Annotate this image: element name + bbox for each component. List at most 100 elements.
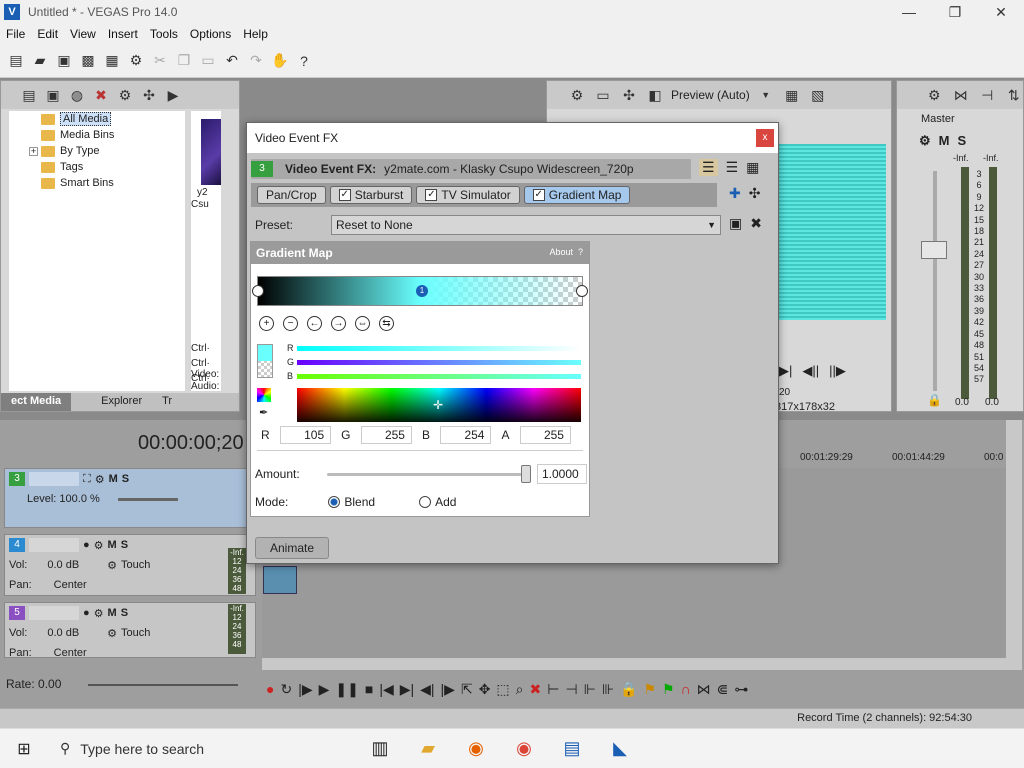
- master-fx-icon[interactable]: ⚙: [919, 133, 931, 149]
- audio-event-clip[interactable]: [263, 566, 297, 594]
- mute-button[interactable]: M: [108, 539, 117, 551]
- amount-slider-track[interactable]: [327, 473, 527, 476]
- whats-this-help-icon[interactable]: ?: [294, 51, 314, 71]
- fx-icon[interactable]: ⚙: [94, 607, 104, 620]
- vertical-scrollbar[interactable]: [1006, 420, 1022, 670]
- tree-item-tags[interactable]: Tags: [9, 159, 185, 175]
- region-icon[interactable]: ⚑: [662, 681, 675, 698]
- color-palette-icon[interactable]: [257, 388, 271, 402]
- automation-mode[interactable]: Touch: [121, 559, 150, 571]
- track-3-header[interactable]: 3 ⛶ ⚙ M S Level: 100.0 %: [4, 468, 256, 528]
- tree-item-media-bins[interactable]: Media Bins: [9, 127, 185, 143]
- touch-icon[interactable]: ⚙: [107, 627, 117, 640]
- automation-mode[interactable]: Touch: [121, 627, 150, 639]
- menu-insert[interactable]: Insert: [102, 27, 144, 41]
- master-mute-button[interactable]: M: [939, 133, 950, 149]
- move-right-icon[interactable]: →: [331, 316, 346, 331]
- menu-help[interactable]: Help: [237, 27, 274, 41]
- level-slider[interactable]: [117, 497, 178, 501]
- amount-value-field[interactable]: 1.0000: [537, 464, 587, 484]
- touch-icon[interactable]: ⚙: [107, 559, 117, 572]
- web-icon[interactable]: ◍: [67, 85, 87, 105]
- rate-slider[interactable]: [88, 684, 238, 686]
- track-name-field[interactable]: [29, 538, 79, 552]
- paste-icon[interactable]: ▭: [198, 51, 218, 71]
- undo-icon[interactable]: ↶: [222, 51, 242, 71]
- fx-chain-starburst[interactable]: ✓ Starburst: [329, 186, 413, 204]
- master-solo-button[interactable]: S: [958, 133, 967, 149]
- copy-snapshot-icon[interactable]: ▧: [808, 85, 828, 105]
- plugin-icon[interactable]: ✣: [139, 85, 159, 105]
- split-icon[interactable]: ⊪: [602, 681, 614, 698]
- arm-record-icon[interactable]: ●: [83, 607, 90, 619]
- amount-slider-thumb[interactable]: [521, 465, 531, 483]
- gradient-stop-end[interactable]: [576, 285, 588, 297]
- record-icon[interactable]: ●: [266, 681, 274, 697]
- add-plugin-icon[interactable]: ✚: [729, 185, 741, 202]
- mute-button[interactable]: M: [109, 473, 118, 485]
- capture-icon[interactable]: ▣: [43, 85, 63, 105]
- meter-options-icon[interactable]: ⇅: [1005, 85, 1024, 105]
- preview-quality-dropdown[interactable]: Preview (Auto): [671, 88, 750, 102]
- loop-playback-icon[interactable]: ↻: [280, 681, 292, 698]
- animate-button[interactable]: Animate: [255, 537, 329, 559]
- checkbox-checked-icon[interactable]: ✓: [425, 189, 438, 201]
- mode-blend-radio[interactable]: Blend: [328, 495, 375, 509]
- track-name-field[interactable]: [29, 606, 79, 620]
- lock-icon[interactable]: 🔒: [620, 681, 637, 698]
- normal-edit-tool-icon[interactable]: ⇱: [461, 681, 473, 698]
- dim-icon[interactable]: ⊣: [978, 85, 997, 105]
- menu-options[interactable]: Options: [184, 27, 237, 41]
- lock-icon[interactable]: 🔒: [927, 393, 942, 407]
- next-frame-icon[interactable]: ▶|: [779, 363, 792, 379]
- tree-item-smart-bins[interactable]: Smart Bins: [9, 175, 185, 191]
- tab-transitions[interactable]: Tr: [152, 393, 182, 411]
- minimize-button[interactable]: —: [886, 0, 932, 24]
- delete-preset-icon[interactable]: ✖: [750, 215, 762, 232]
- menu-view[interactable]: View: [64, 27, 102, 41]
- video-output-icon[interactable]: ▭: [593, 85, 613, 105]
- a-value-field[interactable]: 255: [519, 426, 571, 444]
- copy-icon[interactable]: ❐: [174, 51, 194, 71]
- interactive-tutorial-icon[interactable]: ✋: [270, 51, 290, 71]
- next-frame-icon[interactable]: |▶: [441, 681, 455, 698]
- trim-end-icon[interactable]: ⊩: [584, 681, 596, 698]
- pan-crop-icon[interactable]: ⛶: [83, 473, 91, 486]
- mute-button[interactable]: M: [108, 607, 117, 619]
- g-value-field[interactable]: 255: [360, 426, 412, 444]
- preset-dropdown[interactable]: Reset to None ▼: [331, 215, 721, 235]
- blue-channel-slider[interactable]: [297, 374, 581, 379]
- start-button[interactable]: ⊞: [0, 729, 48, 768]
- expand-icon[interactable]: +: [29, 146, 38, 156]
- radio-selected-icon[interactable]: [328, 496, 341, 508]
- color-spectrum-picker[interactable]: ✛: [297, 388, 581, 422]
- pause-icon[interactable]: ❚❚: [335, 681, 358, 698]
- fx-chain-tv-simulator[interactable]: ✓ TV Simulator: [416, 186, 520, 204]
- master-fader-thumb[interactable]: [921, 241, 947, 259]
- fx-icon[interactable]: ⚙: [94, 539, 104, 552]
- tab-explorer[interactable]: Explorer: [91, 393, 152, 411]
- save-icon[interactable]: ▣: [54, 51, 74, 71]
- tree-item-all-media[interactable]: All Media: [9, 111, 185, 127]
- solo-button[interactable]: S: [121, 539, 128, 551]
- remove-stop-icon[interactable]: −: [283, 316, 298, 331]
- prev-frame-icon[interactable]: ◀||: [802, 363, 819, 379]
- chrome-icon[interactable]: ◉: [500, 729, 548, 768]
- go-to-end-icon[interactable]: ▶|: [400, 681, 414, 698]
- trim-icon[interactable]: ⊢: [547, 681, 559, 698]
- menu-edit[interactable]: Edit: [31, 27, 64, 41]
- play-icon[interactable]: ▶: [163, 85, 183, 105]
- preview-settings-icon[interactable]: ⚙: [567, 85, 587, 105]
- grid-view-icon[interactable]: ▦: [746, 159, 759, 176]
- vegas-icon[interactable]: ◣: [596, 729, 644, 768]
- fx-chain-gradient-map[interactable]: ✓ Gradient Map: [523, 186, 631, 204]
- marker-icon[interactable]: ⚑: [643, 681, 656, 698]
- delete-icon[interactable]: ✖: [530, 681, 542, 698]
- fx-chain-pan-crop[interactable]: Pan/Crop: [257, 186, 326, 204]
- new-icon[interactable]: ▤: [6, 51, 26, 71]
- auto-ripple-icon[interactable]: ⋐: [717, 681, 729, 698]
- solo-button[interactable]: S: [122, 473, 129, 485]
- remove-plugin-icon[interactable]: ✣: [749, 185, 761, 202]
- chevron-down-icon[interactable]: ▼: [756, 85, 776, 105]
- media-fx-icon[interactable]: ⚙: [115, 85, 135, 105]
